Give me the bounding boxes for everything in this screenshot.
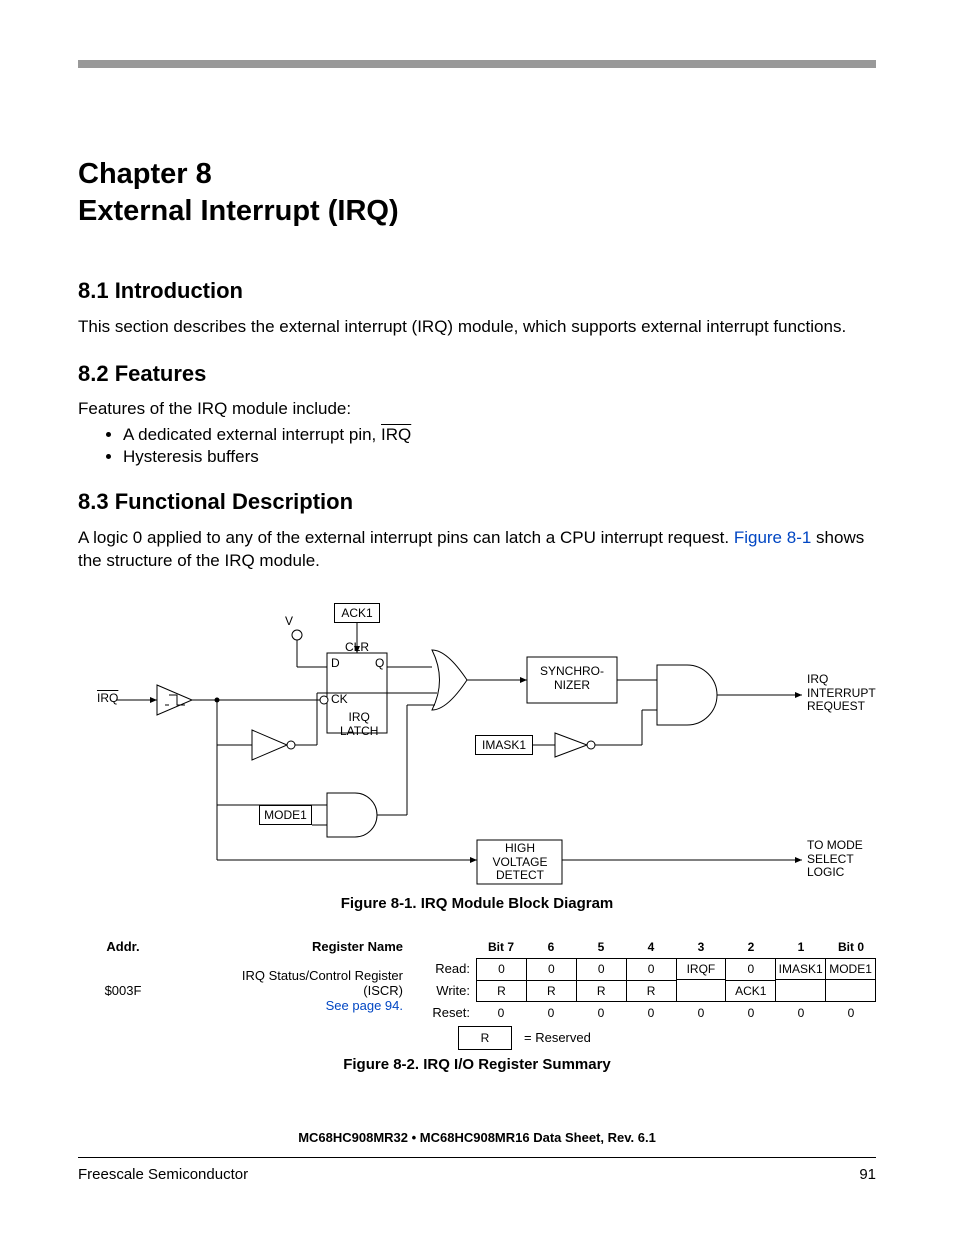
label-latch: IRQ LATCH xyxy=(340,711,378,739)
write-b0 xyxy=(826,980,876,1002)
write-b7: R xyxy=(476,980,527,1002)
header-addr: Addr. xyxy=(78,939,168,954)
write-b6: R xyxy=(527,980,577,1002)
reset-b1: 0 xyxy=(776,1002,826,1024)
footer-rule xyxy=(78,1157,876,1158)
register-addr: $003F xyxy=(78,958,168,1024)
label-imask1: IMASK1 xyxy=(475,735,533,755)
label-tomode: TO MODE SELECT LOGIC xyxy=(807,839,863,880)
irq-signal: IRQ xyxy=(381,425,411,444)
row-reset-label: Reset: xyxy=(415,1005,476,1020)
read-b1: IMASK1 xyxy=(776,958,826,980)
section-83-text: A logic 0 applied to any of the external… xyxy=(78,527,876,573)
feature-item-1: A dedicated external interrupt pin, IRQ xyxy=(123,425,876,445)
header-regname: Register Name xyxy=(168,939,415,954)
bit-head-6: 6 xyxy=(526,936,576,958)
header-rule xyxy=(78,60,876,68)
block-diagram: IRQ V ACK1 CLR D Q CK IRQ LATCH SYNCHRO-… xyxy=(97,595,857,885)
footer-doc-title: MC68HC908MR32 • MC68HC908MR16 Data Sheet… xyxy=(78,1130,876,1145)
figure-8-2-caption: Figure 8-2. IRQ I/O Register Summary xyxy=(78,1056,876,1073)
section-83-heading: 8.3 Functional Description xyxy=(78,489,876,515)
label-vdd: V xyxy=(285,615,293,629)
reset-b4: 0 xyxy=(626,1002,676,1024)
figure-link[interactable]: Figure 8-1 xyxy=(734,528,811,547)
label-q: Q xyxy=(375,657,384,671)
write-b2: ACK1 xyxy=(726,980,776,1002)
label-clr: CLR xyxy=(345,641,369,655)
read-b6: 0 xyxy=(527,958,577,980)
bit-head-2: 2 xyxy=(726,936,776,958)
section-82-heading: 8.2 Features xyxy=(78,361,876,387)
label-sync: SYNCHRO- NIZER xyxy=(537,665,607,693)
read-b3: IRQF xyxy=(677,958,727,980)
read-b5: 0 xyxy=(577,958,627,980)
feature-item-2: Hysteresis buffers xyxy=(123,447,876,467)
bit-head-4: 4 xyxy=(626,936,676,958)
write-b1 xyxy=(776,980,826,1002)
reset-b3: 0 xyxy=(676,1002,726,1024)
label-ck: CK xyxy=(331,693,348,707)
bit-head-7: Bit 7 xyxy=(476,936,526,958)
write-b4: R xyxy=(627,980,677,1002)
register-name-l2: (ISCR) xyxy=(168,983,403,998)
label-mode1: MODE1 xyxy=(259,805,312,825)
write-b5: R xyxy=(577,980,627,1002)
footer-page-number: 91 xyxy=(859,1166,876,1183)
label-d: D xyxy=(331,657,340,671)
chapter-title: External Interrupt (IRQ) xyxy=(78,195,876,228)
reset-b2: 0 xyxy=(726,1002,776,1024)
read-b0: MODE1 xyxy=(826,958,876,980)
section-81-heading: 8.1 Introduction xyxy=(78,278,876,304)
reset-b0: 0 xyxy=(826,1002,876,1024)
reset-b7: 0 xyxy=(476,1002,526,1024)
legend-text: = Reserved xyxy=(512,1026,591,1050)
row-write-label: Write: xyxy=(415,983,476,998)
section-81-text: This section describes the external inte… xyxy=(78,316,876,339)
register-name-l1: IRQ Status/Control Register xyxy=(168,968,403,983)
reset-b6: 0 xyxy=(526,1002,576,1024)
reset-b5: 0 xyxy=(576,1002,626,1024)
row-read-label: Read: xyxy=(415,961,476,976)
label-irq-pin: IRQ xyxy=(97,692,118,706)
register-table: Addr. Register Name Bit 7 6 5 4 3 2 1 Bi… xyxy=(78,936,876,1050)
figure-8-1-caption: Figure 8-1. IRQ Module Block Diagram xyxy=(78,895,876,912)
write-b3 xyxy=(677,980,727,1002)
read-b4: 0 xyxy=(627,958,677,980)
label-irq-out: IRQ INTERRUPT REQUEST xyxy=(807,673,876,714)
section-82-intro: Features of the IRQ module include: xyxy=(78,399,876,419)
feature-list: A dedicated external interrupt pin, IRQ … xyxy=(123,425,876,467)
bit-head-0: Bit 0 xyxy=(826,936,876,958)
read-b7: 0 xyxy=(476,958,527,980)
legend-r-box: R xyxy=(458,1026,512,1050)
label-hvd: HIGH VOLTAGE DETECT xyxy=(483,842,557,883)
see-page-link[interactable]: See page 94. xyxy=(168,998,403,1013)
label-ack1: ACK1 xyxy=(334,603,380,623)
bit-head-3: 3 xyxy=(676,936,726,958)
chapter-number: Chapter 8 xyxy=(78,158,876,191)
read-b2: 0 xyxy=(726,958,776,980)
bit-head-5: 5 xyxy=(576,936,626,958)
bit-head-1: 1 xyxy=(776,936,826,958)
footer-vendor: Freescale Semiconductor xyxy=(78,1166,248,1183)
